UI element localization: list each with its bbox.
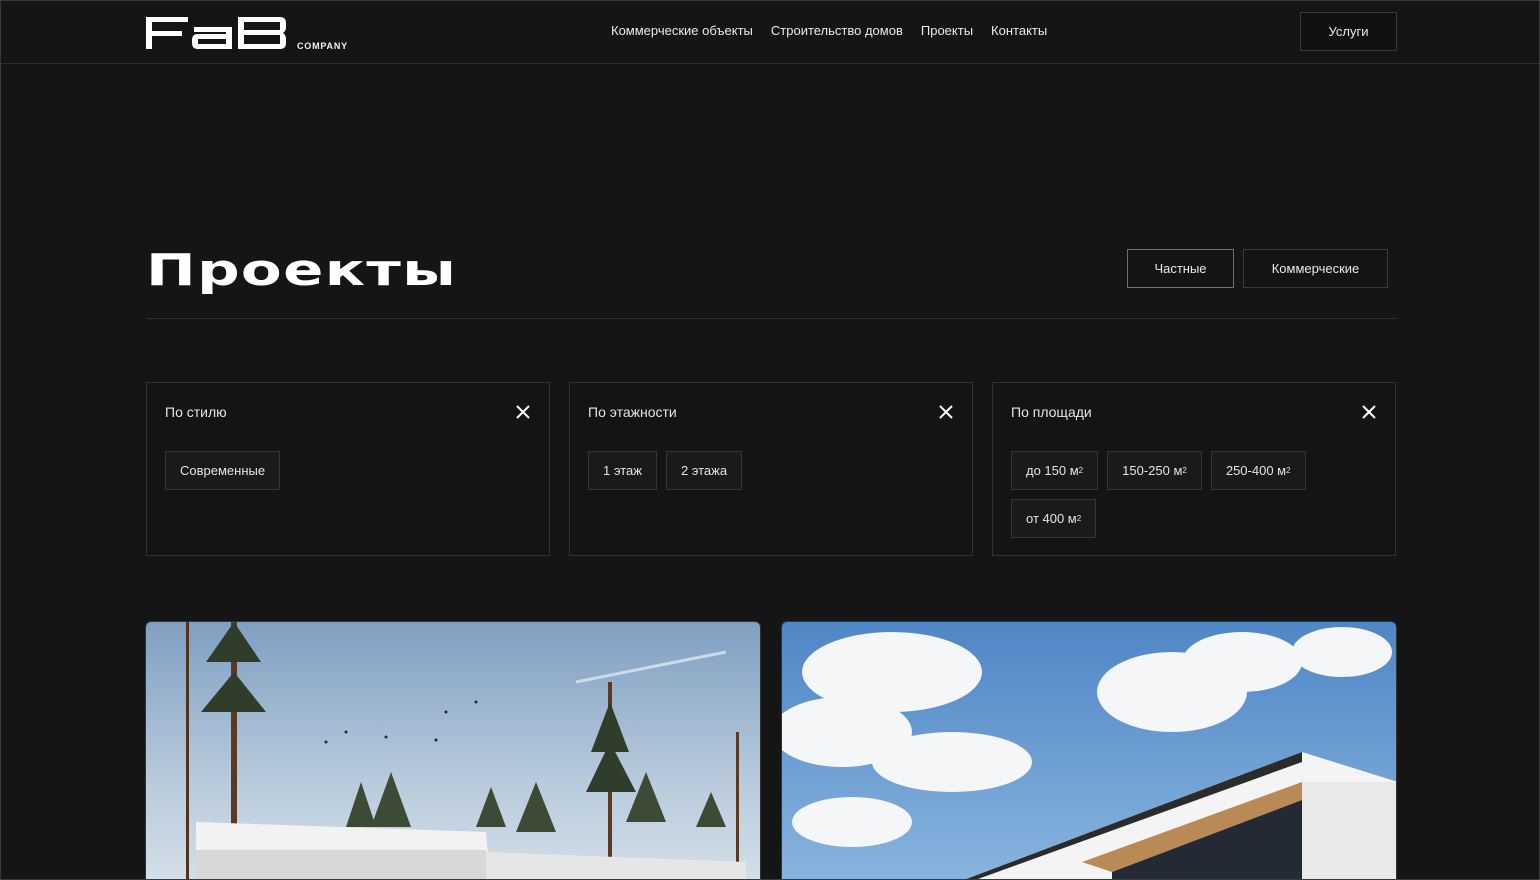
logo-subtitle: COMPANY bbox=[297, 41, 348, 51]
close-icon[interactable] bbox=[1361, 404, 1377, 420]
filter-title: По этажности bbox=[588, 404, 677, 420]
filter-chip-over-400[interactable]: от 400 м2 bbox=[1011, 499, 1097, 538]
chip-unit-sup: 2 bbox=[1286, 466, 1291, 475]
nav-item-commercial[interactable]: Коммерческие объекты bbox=[611, 23, 753, 38]
chip-label: 250-400 м bbox=[1225, 463, 1287, 478]
filter-options: 1 этаж 2 этажа bbox=[588, 451, 954, 490]
site-header: COMPANY Коммерческие объекты Строительст… bbox=[1, 1, 1539, 64]
filter-style: По стилю Современные bbox=[146, 382, 550, 556]
main-nav: Коммерческие объекты Строительство домов… bbox=[611, 23, 1047, 38]
chip-unit-sup: 2 bbox=[1182, 466, 1187, 475]
page-title: Проекты bbox=[146, 245, 458, 296]
filter-chip-2-floors[interactable]: 2 этажа bbox=[665, 451, 743, 490]
project-card[interactable] bbox=[781, 621, 1397, 879]
chip-label: от 400 м bbox=[1026, 511, 1077, 526]
filter-chip-modern[interactable]: Современные bbox=[165, 451, 281, 490]
chip-unit-sup: 2 bbox=[1078, 466, 1084, 475]
close-icon[interactable] bbox=[515, 404, 531, 420]
nav-item-construction[interactable]: Строительство домов bbox=[771, 23, 903, 38]
chip-unit-sup: 2 bbox=[1076, 514, 1082, 523]
filter-chip-250-400[interactable]: 250-400 м2 bbox=[1210, 451, 1306, 490]
filter-options: Современные bbox=[165, 451, 531, 490]
filters: По стилю Современные По этажности 1 этаж… bbox=[146, 382, 1396, 556]
logo-mark bbox=[146, 17, 286, 49]
filter-title: По площади bbox=[1011, 404, 1092, 420]
services-button[interactable]: Услуги bbox=[1300, 12, 1397, 51]
logo[interactable]: COMPANY bbox=[144, 13, 364, 55]
project-image-modern-house bbox=[782, 622, 1396, 879]
filter-title: По стилю bbox=[165, 404, 227, 420]
chip-label: до 150 м bbox=[1026, 463, 1079, 478]
tab-commercial[interactable]: Коммерческие bbox=[1243, 249, 1388, 288]
project-card[interactable] bbox=[145, 621, 761, 879]
project-type-tabs: Частные Коммерческие bbox=[1127, 249, 1388, 288]
title-divider bbox=[146, 318, 1397, 319]
tab-private[interactable]: Частные bbox=[1127, 249, 1234, 288]
filter-floors: По этажности 1 этаж 2 этажа bbox=[569, 382, 973, 556]
filter-options: до 150 м2 150-250 м2 250-400 м2 от 400 м… bbox=[1011, 451, 1377, 538]
project-image-forest-house bbox=[146, 622, 760, 879]
chip-label: 150-250 м bbox=[1122, 463, 1183, 478]
nav-item-projects[interactable]: Проекты bbox=[921, 23, 973, 38]
filter-chip-1-floor[interactable]: 1 этаж bbox=[588, 451, 657, 490]
close-icon[interactable] bbox=[938, 404, 954, 420]
page: COMPANY Коммерческие объекты Строительст… bbox=[0, 0, 1540, 880]
filter-chip-under-150[interactable]: до 150 м2 bbox=[1011, 451, 1099, 490]
nav-item-contacts[interactable]: Контакты bbox=[991, 23, 1047, 38]
filter-area: По площади до 150 м2 150-250 м2 250-400 … bbox=[992, 382, 1396, 556]
filter-chip-150-250[interactable]: 150-250 м2 bbox=[1107, 451, 1202, 490]
